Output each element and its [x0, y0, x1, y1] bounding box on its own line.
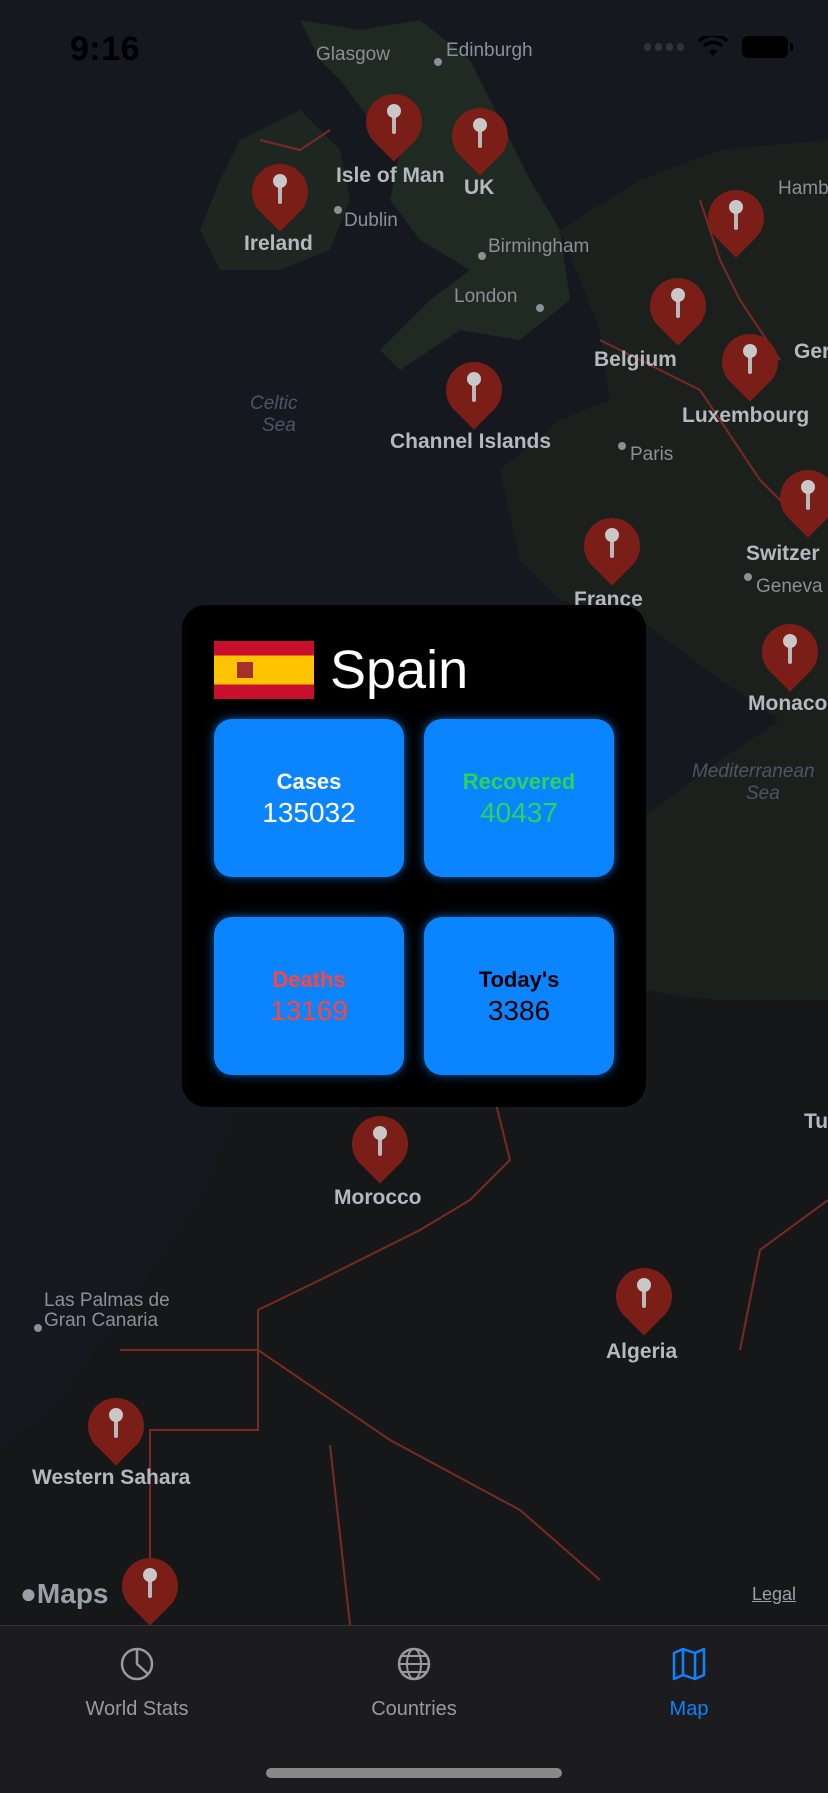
map-pin-uk[interactable] [440, 96, 520, 182]
legal-link[interactable]: Legal [752, 1584, 796, 1605]
map-city-label: Geneva [756, 576, 823, 597]
spain-flag-icon [214, 641, 314, 699]
city-dot [334, 206, 342, 214]
map-pin-morocco[interactable] [340, 1104, 420, 1190]
map-city-label: Hamb [778, 178, 828, 199]
map-country-label: Ger [794, 340, 828, 363]
globe-icon [397, 1647, 431, 1681]
map-city-label: Paris [630, 444, 674, 465]
deaths-value: 13169 [270, 995, 348, 1026]
recovered-value: 40437 [480, 797, 558, 828]
status-time: 9:16 [70, 30, 141, 68]
cases-tile: Cases 135032 [214, 719, 404, 877]
city-dot [744, 573, 752, 581]
tab-countries[interactable]: Countries [314, 1626, 514, 1766]
map-pin-algeria[interactable] [604, 1256, 684, 1342]
map-pin-switzerland[interactable] [768, 458, 828, 544]
todays-label: Today's [478, 967, 560, 992]
deaths-tile: Deaths 13169 [214, 917, 404, 1075]
cellular-signal-icon [644, 41, 684, 53]
wifi-icon [698, 36, 728, 56]
popup-country-name: Spain [330, 640, 469, 700]
map-pin-channel-islands[interactable] [434, 350, 514, 436]
battery-icon [742, 36, 793, 58]
todays-value: 3386 [487, 995, 551, 1026]
map-water-label: Celtic [250, 393, 298, 414]
map-country-label: Switzer [746, 542, 820, 565]
apple-maps-logo: ●Maps [20, 1578, 109, 1610]
tab-label: Countries [371, 1698, 457, 1720]
country-stats-popup: Spain Cases 135032 Recovered 40437 Death… [182, 605, 646, 1107]
map-pin-luxembourg[interactable] [710, 322, 790, 408]
map-water-label: Sea [262, 415, 296, 436]
map-pin-isle-of-man[interactable] [354, 82, 434, 168]
tab-label: World Stats [85, 1698, 189, 1720]
city-dot [478, 252, 486, 260]
tab-world-stats[interactable]: World Stats [37, 1626, 237, 1766]
map-city-label: Las Palmas de [44, 1290, 170, 1311]
tab-bar: World Stats Countries Map [0, 1625, 828, 1793]
recovered-tile: Recovered 40437 [424, 719, 614, 877]
map-city-label: Birmingham [488, 236, 590, 257]
deaths-label: Deaths [272, 967, 346, 992]
map-pin-mauritania[interactable] [110, 1546, 190, 1625]
map-water-label: Mediterranean [692, 761, 815, 782]
map-city-label: Dublin [344, 210, 398, 231]
map-pin-netherlands[interactable] [696, 178, 776, 264]
tab-map[interactable]: Map [589, 1626, 789, 1766]
status-bar: 9:16 [0, 0, 828, 100]
map-city-label: London [454, 286, 518, 307]
map-country-label: Algeria [606, 1340, 678, 1363]
map-pin-western-sahara[interactable] [76, 1386, 156, 1472]
home-indicator[interactable] [266, 1768, 562, 1778]
cases-value: 135032 [262, 797, 356, 828]
tab-label: Map [669, 1698, 709, 1720]
map-water-label: Sea [746, 783, 780, 804]
cases-label: Cases [276, 769, 342, 794]
map-city-label: Gran Canaria [44, 1310, 159, 1331]
maps-logo-text: Maps [36, 1578, 109, 1609]
map-pin-monaco[interactable] [750, 612, 828, 698]
map-country-label: Tu [804, 1110, 828, 1133]
apple-logo-icon: ● [20, 1578, 37, 1609]
recovered-label: Recovered [462, 769, 576, 794]
chart-pie-icon [120, 1647, 154, 1681]
todays-tile: Today's 3386 [424, 917, 614, 1075]
city-dot [34, 1324, 42, 1332]
map-icon [672, 1647, 706, 1681]
map-pin-ireland[interactable] [240, 152, 320, 238]
city-dot [536, 304, 544, 312]
city-dot [618, 442, 626, 450]
map-pin-belgium[interactable] [638, 266, 718, 352]
map-pin-france[interactable] [572, 506, 652, 592]
